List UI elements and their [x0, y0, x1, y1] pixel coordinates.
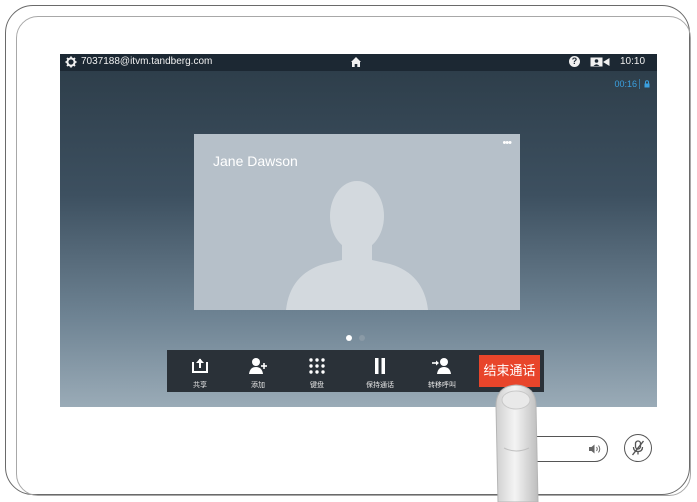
page-dot-active[interactable] [346, 335, 352, 341]
page-dot[interactable] [359, 335, 365, 341]
transfer-label: 转移呼叫 [428, 382, 456, 389]
touch-screen: 7037188@itvm.tandberg.com ? 10:10 00:16 … [60, 54, 657, 407]
keypad-button[interactable]: 键盘 [288, 350, 346, 392]
share-label: 共享 [193, 382, 207, 389]
system-address: 7037188@itvm.tandberg.com [81, 56, 213, 67]
mute-button[interactable] [624, 434, 652, 462]
selfview-icon[interactable] [590, 57, 610, 67]
home-icon[interactable] [350, 56, 362, 68]
keypad-icon [309, 358, 325, 374]
hold-button[interactable]: 保持通话 [351, 350, 409, 392]
mic-muted-icon [631, 440, 645, 456]
pause-icon [375, 358, 385, 374]
keypad-label: 键盘 [310, 382, 324, 389]
transfer-icon [432, 358, 451, 374]
more-options-icon[interactable]: ••• [502, 137, 512, 149]
share-button[interactable]: 共享 [171, 350, 229, 392]
call-duration: 00:16 [614, 79, 637, 89]
participant-name: Jane Dawson [213, 153, 298, 169]
clock: 10:10 [620, 56, 646, 67]
lock-icon [644, 80, 650, 88]
pointing-finger-illustration [495, 384, 539, 502]
transfer-button[interactable]: 转移呼叫 [413, 350, 471, 392]
add-person-icon [249, 358, 267, 374]
hold-label: 保持通话 [366, 382, 394, 389]
status-bar: 7037188@itvm.tandberg.com ? 10:10 [60, 54, 657, 71]
add-label: 添加 [251, 382, 265, 389]
speaker-icon [589, 444, 601, 454]
avatar-placeholder-icon [286, 181, 428, 310]
gear-icon[interactable] [65, 56, 77, 68]
share-icon [192, 358, 208, 373]
help-icon[interactable]: ? [569, 56, 580, 67]
add-participant-button[interactable]: 添加 [229, 350, 287, 392]
participant-tile[interactable]: Jane Dawson ••• [194, 134, 520, 310]
timer-separator [639, 79, 640, 89]
